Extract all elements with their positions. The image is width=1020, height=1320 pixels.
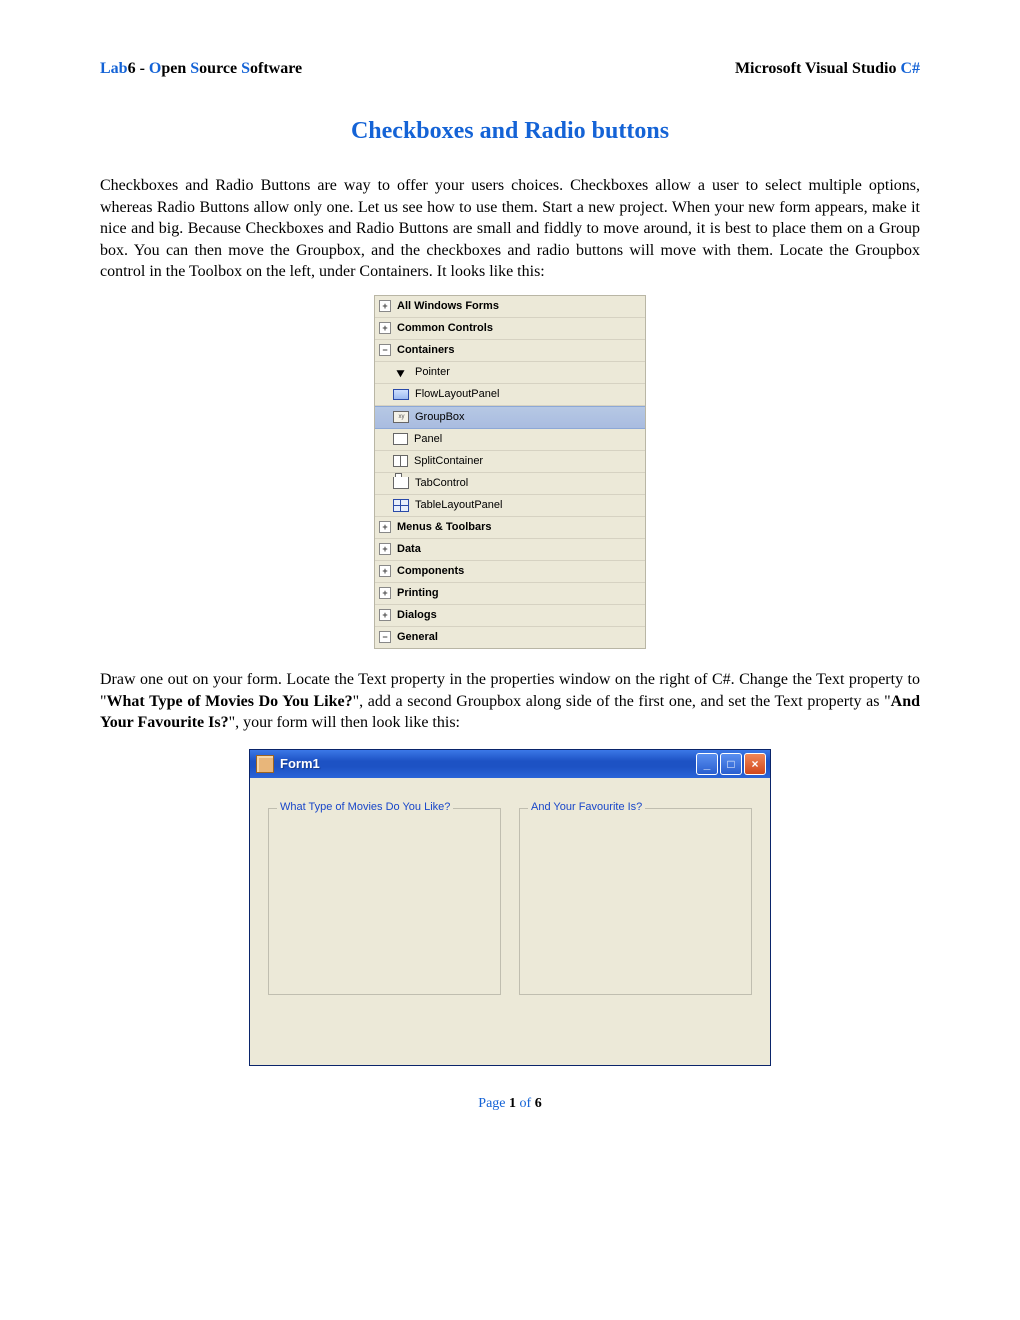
- software-word: oftware: [250, 60, 302, 77]
- pointer-icon: [393, 365, 409, 379]
- toolbox-category[interactable]: + All Windows Forms: [375, 296, 645, 318]
- table-icon: [393, 499, 409, 512]
- page-number: 1: [509, 1096, 516, 1111]
- category-label: Menus & Toolbars: [397, 521, 492, 533]
- category-label: Components: [397, 565, 464, 577]
- toolbox-panel: +All Windows Forms +Common Controls −Con…: [374, 295, 646, 649]
- page-header: Lab6 - Open Source Software Microsoft Vi…: [100, 60, 920, 78]
- toolbox-item-panel[interactable]: Panel: [375, 429, 645, 451]
- of-word: of: [516, 1096, 535, 1111]
- item-label: Pointer: [415, 366, 450, 378]
- expand-icon[interactable]: +: [379, 300, 391, 312]
- category-label: Containers: [397, 344, 454, 356]
- toolbox-category[interactable]: + Menus & Toolbars: [375, 517, 645, 539]
- category-label: Common Controls: [397, 322, 493, 334]
- header-right: Microsoft Visual Studio C#: [735, 60, 920, 78]
- toolbox-category[interactable]: + Data: [375, 539, 645, 561]
- titlebar[interactable]: Form1 _ □ ×: [250, 750, 770, 778]
- item-label: GroupBox: [415, 411, 465, 423]
- o-letter: O: [149, 60, 161, 77]
- groupbox-label: What Type of Movies Do You Like?: [277, 801, 453, 813]
- minimize-icon: _: [704, 757, 711, 771]
- toolbox-category[interactable]: −General: [375, 627, 645, 648]
- s2-letter: S: [241, 60, 250, 77]
- expand-icon[interactable]: +: [379, 587, 391, 599]
- panel-icon: [393, 433, 408, 445]
- toolbox-category[interactable]: + Printing: [375, 583, 645, 605]
- item-label: TabControl: [415, 477, 468, 489]
- toolbox-item-tablelayoutpanel[interactable]: TableLayoutPanel: [375, 495, 645, 517]
- toolbox-figure: +All Windows Forms +Common Controls −Con…: [100, 295, 920, 649]
- toolbox-category[interactable]: −Containers: [375, 340, 645, 362]
- toolbox-item-pointer[interactable]: Pointer: [375, 362, 645, 384]
- form-figure: Form1 _ □ × What Type of Movies Do You L…: [100, 749, 920, 1066]
- lab-number: 6 -: [128, 60, 149, 77]
- category-label: All Windows Forms: [397, 300, 499, 312]
- category-label: Dialogs: [397, 609, 437, 621]
- toolbox-category[interactable]: + Common Controls: [375, 318, 645, 340]
- toolbox-item-splitcontainer[interactable]: SplitContainer: [375, 451, 645, 473]
- open-word: pen: [161, 60, 190, 77]
- expand-icon[interactable]: +: [379, 609, 391, 621]
- page-footer: Page 1 of 6: [100, 1096, 920, 1112]
- winform-window: Form1 _ □ × What Type of Movies Do You L…: [249, 749, 771, 1066]
- collapse-icon[interactable]: −: [379, 344, 391, 356]
- s1-letter: S: [190, 60, 199, 77]
- expand-icon[interactable]: +: [379, 565, 391, 577]
- window-title: Form1: [280, 756, 696, 771]
- tab-icon: [393, 477, 409, 489]
- window-buttons: _ □ ×: [696, 753, 766, 775]
- csharp-label: C#: [900, 60, 920, 77]
- p2-b: What Type of Movies Do You Like?: [107, 693, 353, 710]
- p2-e: ", your form will then look like this:: [229, 714, 460, 731]
- collapse-icon[interactable]: −: [379, 631, 391, 643]
- page-title: Checkboxes and Radio buttons: [100, 118, 920, 145]
- second-paragraph: Draw one out on your form. Locate the Te…: [100, 669, 920, 734]
- header-left: Lab6 - Open Source Software: [100, 60, 302, 78]
- groupbox-label: And Your Favourite Is?: [528, 801, 645, 813]
- item-label: Panel: [414, 433, 442, 445]
- expand-icon[interactable]: +: [379, 322, 391, 334]
- toolbox-category[interactable]: + Components: [375, 561, 645, 583]
- category-label: General: [397, 631, 438, 643]
- source-word: ource: [199, 60, 241, 77]
- item-label: FlowLayoutPanel: [415, 388, 499, 400]
- page-total: 6: [535, 1096, 542, 1111]
- form-body: What Type of Movies Do You Like? And You…: [250, 778, 770, 1065]
- flow-icon: [393, 389, 409, 400]
- groupbox-favourite[interactable]: And Your Favourite Is?: [519, 808, 752, 995]
- item-label: SplitContainer: [414, 455, 483, 467]
- category-label: Data: [397, 543, 421, 555]
- toolbox-category[interactable]: + Dialogs: [375, 605, 645, 627]
- app-icon: [256, 755, 274, 773]
- groupbox-movies[interactable]: What Type of Movies Do You Like?: [268, 808, 501, 995]
- expand-icon[interactable]: +: [379, 521, 391, 533]
- intro-paragraph: Checkboxes and Radio Buttons are way to …: [100, 175, 920, 283]
- toolbox-item-flowlayoutpanel[interactable]: FlowLayoutPanel: [375, 384, 645, 406]
- groupbox-icon: xy: [393, 411, 409, 423]
- toolbox-item-tabcontrol[interactable]: TabControl: [375, 473, 645, 495]
- category-label: Printing: [397, 587, 439, 599]
- split-icon: [393, 455, 408, 467]
- item-label: TableLayoutPanel: [415, 499, 502, 511]
- close-icon: ×: [751, 757, 758, 771]
- toolbox-item-groupbox[interactable]: xy GroupBox: [375, 406, 645, 429]
- maximize-button[interactable]: □: [720, 753, 742, 775]
- lab-label: Lab: [100, 60, 128, 77]
- product-name: Microsoft Visual Studio: [735, 60, 901, 77]
- page-word: Page: [478, 1096, 509, 1111]
- minimize-button[interactable]: _: [696, 753, 718, 775]
- expand-icon[interactable]: +: [379, 543, 391, 555]
- maximize-icon: □: [727, 757, 734, 771]
- close-button[interactable]: ×: [744, 753, 766, 775]
- p2-c: ", add a second Groupbox along side of t…: [353, 693, 891, 710]
